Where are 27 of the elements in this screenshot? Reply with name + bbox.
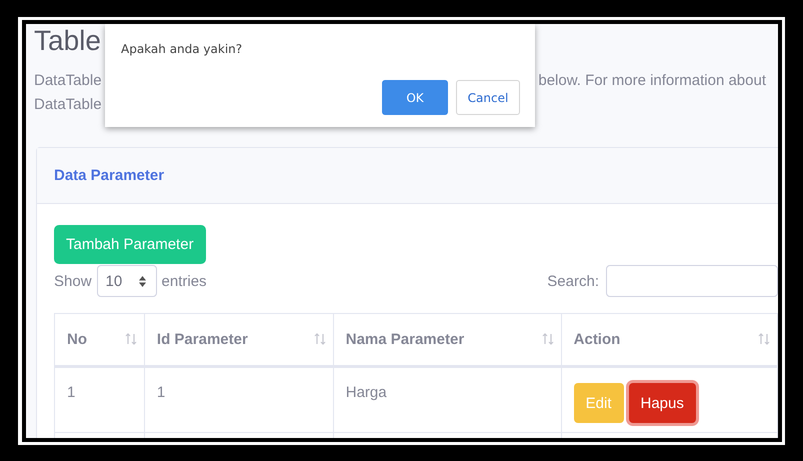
- column-header[interactable]: No: [67, 331, 87, 348]
- card-title: Data Parameter: [54, 167, 164, 184]
- search-field[interactable]: [606, 265, 778, 297]
- column-header[interactable]: Nama Parameter: [346, 331, 464, 348]
- description-text: below. For more information about: [538, 71, 766, 91]
- sort-icon: [542, 333, 554, 345]
- table-cell: 1: [156, 384, 166, 401]
- ok-button[interactable]: OK: [382, 80, 448, 115]
- caret-icon: [138, 276, 146, 286]
- search-label: Search:: [547, 272, 599, 290]
- add-parameter-button[interactable]: Tambah Parameter: [54, 225, 206, 264]
- entries-select[interactable]: 10: [96, 265, 157, 297]
- entries-label: entries: [162, 272, 207, 290]
- table-cell: 1: [67, 384, 76, 401]
- sort-icon: [758, 333, 770, 345]
- dialog-message: Apakah anda yakin?: [121, 42, 242, 56]
- sort-icon: [314, 333, 326, 345]
- show-label: Show: [54, 272, 92, 290]
- delete-button[interactable]: Hapus: [628, 383, 696, 423]
- cancel-button[interactable]: Cancel: [456, 80, 520, 115]
- column-header[interactable]: Action: [574, 331, 620, 348]
- description-text: DataTable: [34, 71, 102, 91]
- description-text: DataTable: [34, 96, 102, 113]
- table-cell: Harga: [346, 384, 387, 401]
- sort-icon: [124, 333, 137, 345]
- column-header[interactable]: Id Parameter: [156, 331, 248, 348]
- page-title: Table: [34, 24, 101, 58]
